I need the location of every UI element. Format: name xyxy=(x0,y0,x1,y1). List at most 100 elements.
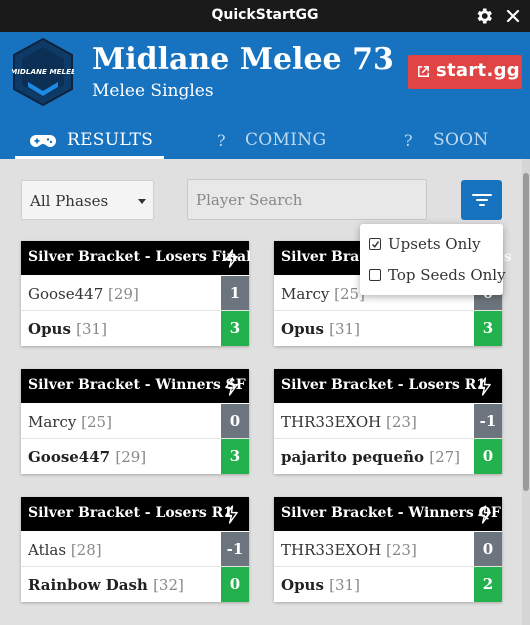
player-row: THR33EXOH [23] -1 xyxy=(274,404,502,439)
gear-icon[interactable] xyxy=(474,6,494,26)
player-seed: [23] xyxy=(386,413,417,431)
score-badge: 2 xyxy=(474,567,502,602)
player-entry: Opus [31] xyxy=(28,320,107,338)
filter-icon xyxy=(472,194,492,206)
upsets-only-label: Upsets Only xyxy=(388,235,481,253)
logo-text: MIDLANE MELEE xyxy=(12,67,74,76)
player-entry: THR33EXOH [23] xyxy=(281,413,417,431)
set-card-header: Silver Bracket - Winners QF xyxy=(274,497,502,531)
question-icon: ? xyxy=(217,131,226,150)
startgg-label: start.gg xyxy=(436,60,520,81)
player-search-input[interactable] xyxy=(187,179,427,220)
score-badge: 1 xyxy=(221,276,249,310)
player-row: Marcy [25] 0 xyxy=(21,404,249,439)
player-seed: [32] xyxy=(153,576,184,594)
set-name: Silver Bracket - Losers R1 xyxy=(281,377,486,393)
player-row: THR33EXOH [23] 0 xyxy=(274,532,502,567)
top-seeds-only-label: Top Seeds Only xyxy=(388,266,506,284)
player-name: Opus xyxy=(281,320,324,338)
set-card-header: Silver Bracket - Losers R1 xyxy=(274,369,502,403)
player-seed: [29] xyxy=(108,285,139,303)
set-card[interactable]: Silver Bracket - Winners SF Marcy [25] 0 Go… xyxy=(21,369,249,474)
player-entry: Goose447 [29] xyxy=(28,285,139,303)
score-badge: -1 xyxy=(221,532,249,566)
player-row: Rainbow Dash [32] 0 xyxy=(21,567,249,602)
player-entry: Marcy [25] xyxy=(281,285,365,303)
startgg-link-button[interactable]: start.gg xyxy=(408,55,522,89)
player-name: Goose447 xyxy=(28,448,111,466)
player-entry: Opus [31] xyxy=(281,576,360,594)
score-badge: 0 xyxy=(221,567,249,602)
player-entry: THR33EXOH [23] xyxy=(281,541,417,559)
player-seed: [25] xyxy=(81,413,112,431)
player-name: Opus xyxy=(28,320,71,338)
lightning-bolt-icon[interactable] xyxy=(224,249,239,268)
player-row: Opus [31] 2 xyxy=(274,567,502,602)
set-name: Silver Bracket - Losers R1 xyxy=(28,505,233,521)
lightning-bolt-icon[interactable] xyxy=(224,505,239,524)
player-name: THR33EXOH xyxy=(281,413,382,431)
player-name: Atlas xyxy=(28,541,67,559)
upsets-only-checkbox[interactable] xyxy=(369,238,381,250)
close-icon[interactable] xyxy=(505,8,521,24)
player-seed: [28] xyxy=(70,541,102,559)
player-entry: Goose447 [29] xyxy=(28,448,146,466)
player-name: Rainbow Dash xyxy=(28,576,148,594)
top-seeds-only-checkbox[interactable] xyxy=(369,269,381,281)
gamepad-icon xyxy=(30,135,56,147)
player-seed: [23] xyxy=(386,541,417,559)
player-seed: [31] xyxy=(329,320,360,338)
event-title: Midlane Melee 73 xyxy=(92,42,394,77)
filter-button[interactable] xyxy=(461,180,502,220)
tab-results-label: RESULTS xyxy=(67,130,154,150)
lightning-bolt-icon[interactable] xyxy=(224,377,239,396)
external-link-icon xyxy=(418,66,429,77)
phase-select-value: All Phases xyxy=(30,192,109,210)
title-bar: QuickStartGG xyxy=(0,0,530,32)
score-badge: 0 xyxy=(474,532,502,566)
player-row: Atlas [28] -1 xyxy=(21,532,249,567)
player-name: pajarito pequeño xyxy=(281,448,424,466)
set-card-header: Silver Bracket - Winners SF xyxy=(21,369,249,403)
active-tab-indicator xyxy=(15,156,164,159)
set-card-header: Silver Bracket - Losers R1 xyxy=(21,497,249,531)
player-seed: [27] xyxy=(429,448,461,466)
score-badge: 3 xyxy=(221,439,249,474)
player-name: THR33EXOH xyxy=(281,541,382,559)
scrollbar[interactable] xyxy=(522,159,530,625)
event-header: MIDLANE MELEE Midlane Melee 73 Melee Sin… xyxy=(0,32,530,159)
event-subtitle: Melee Singles xyxy=(92,81,214,101)
question-icon: ? xyxy=(404,131,413,150)
player-seed: [29] xyxy=(115,448,147,466)
set-card[interactable]: Silver Bracket - Losers R1 THR33EXOH [23]… xyxy=(274,369,502,474)
phase-select[interactable]: All Phases xyxy=(21,180,154,220)
score-badge: -1 xyxy=(474,404,502,438)
player-row: Opus [31] 3 xyxy=(274,311,502,346)
score-badge: 0 xyxy=(474,439,502,474)
player-row: pajarito pequeño [27] 0 xyxy=(274,439,502,474)
player-name: Goose447 xyxy=(28,285,104,303)
set-name: Silver Bracket - Winners SF xyxy=(28,377,246,393)
player-row: Opus [31] 3 xyxy=(21,311,249,346)
set-card-header: Silver Bracket - Losers Final xyxy=(21,241,251,275)
set-card[interactable]: Silver Bracket - Winners QF THR33EXOH [23… xyxy=(274,497,502,602)
tab-coming-label: COMING xyxy=(245,130,327,150)
check-icon xyxy=(371,240,379,248)
player-row: Goose447 [29] 3 xyxy=(21,439,249,474)
tab-soon-label: SOON xyxy=(433,130,489,150)
set-card[interactable]: Silver Bracket - Losers R1 Atlas [28] -1 Ra… xyxy=(21,497,249,602)
player-entry: pajarito pequeño [27] xyxy=(281,448,460,466)
set-card[interactable]: Silver Bracket - Losers Final Goose447 [2… xyxy=(21,241,251,346)
player-entry: Opus [31] xyxy=(281,320,360,338)
filter-popover: Upsets Only Top Seeds Only xyxy=(360,224,506,295)
player-entry: Rainbow Dash [32] xyxy=(28,576,184,594)
player-name: Marcy xyxy=(281,285,330,303)
set-name: Silver Bracket - Winners QF xyxy=(281,505,501,521)
event-logo: MIDLANE MELEE xyxy=(12,37,74,107)
lightning-bolt-icon[interactable] xyxy=(477,505,492,524)
score-badge: 0 xyxy=(221,404,249,438)
scrollbar-thumb[interactable] xyxy=(523,173,529,491)
score-badge: 3 xyxy=(221,311,249,346)
caret-down-icon xyxy=(138,199,146,204)
lightning-bolt-icon[interactable] xyxy=(477,377,492,396)
